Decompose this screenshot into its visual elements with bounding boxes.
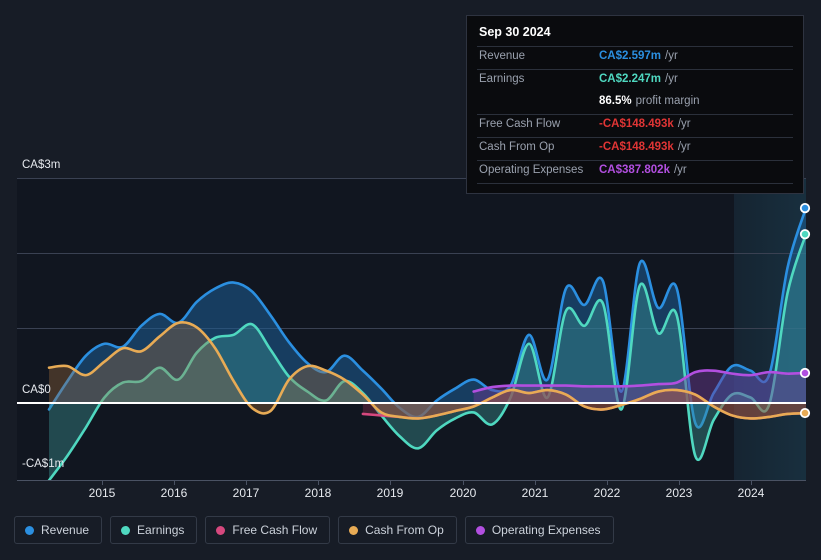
x-axis-tick-mark — [751, 480, 752, 485]
legend-color-dot-icon — [475, 525, 485, 535]
x-axis-line — [17, 480, 806, 481]
legend-item-label: Operating Expenses — [491, 523, 601, 537]
tooltip-row-label: Earnings — [479, 73, 525, 85]
x-axis-tick-mark — [463, 480, 464, 485]
legend-color-dot-icon — [121, 525, 131, 535]
legend-item-label: Earnings — [137, 523, 185, 537]
legend-color-dot-icon — [25, 525, 34, 535]
tooltip-date: Sep 30 2024 — [479, 25, 551, 39]
endpoint-marker-earnings — [799, 229, 811, 240]
tooltip-rows: Revenue CA$2.597m/yr Earnings CA$2.247m/yr 8… — [477, 46, 793, 183]
endpoint-marker-operating-expenses — [799, 367, 811, 379]
tooltip-row-value: -CA$148.493k — [599, 141, 674, 153]
tooltip-row-value: 86.5% — [599, 95, 632, 107]
x-axis-tick-label: 2020 — [449, 486, 477, 500]
tooltip-row-value: CA$2.247m — [599, 73, 662, 85]
chart-legend: Revenue Earnings Free Cash Flow Cash From O… — [14, 516, 614, 544]
tooltip-row-value: -CA$148.493k — [599, 118, 674, 130]
x-axis-tick-label: 2021 — [521, 486, 549, 500]
x-axis-tick-label: 2024 — [737, 486, 765, 500]
tooltip-row-value: CA$387.802k — [599, 164, 670, 176]
tooltip-row-label: Revenue — [479, 50, 526, 62]
tooltip-row: 86.5% profit margin — [477, 92, 793, 114]
tooltip-row-unit: profit margin — [635, 95, 700, 107]
x-axis-tick-mark — [679, 480, 680, 485]
x-axis-tick-mark — [318, 480, 319, 485]
x-axis-tick-label: 2022 — [593, 486, 621, 500]
tooltip-row-unit: /yr — [677, 118, 691, 130]
tooltip-row: Revenue CA$2.597m/yr — [477, 46, 793, 69]
x-axis-tick-mark — [390, 480, 391, 485]
legend-color-dot-icon — [349, 525, 359, 535]
legend-item-operating-expenses[interactable]: Operating Expenses — [464, 516, 614, 544]
y-axis-label-bottom: -CA$1m — [22, 458, 65, 470]
legend-item-label: Revenue — [41, 523, 90, 537]
x-axis-tick-label: 2018 — [304, 486, 332, 500]
endpoint-marker-cash-from-op — [799, 407, 811, 419]
legend-item-earnings[interactable]: Earnings — [110, 516, 198, 544]
tooltip-row-label: Cash From Op — [479, 141, 555, 153]
tooltip-row-unit: /yr — [677, 141, 691, 153]
tooltip-row: Earnings CA$2.247m/yr — [477, 69, 793, 92]
tooltip-row: Operating Expenses CA$387.802k/yr — [477, 160, 793, 183]
tooltip-row-unit: /yr — [665, 73, 678, 85]
tooltip-row: Free Cash Flow -CA$148.493k/yr — [477, 114, 793, 137]
x-axis-tick-label: 2016 — [160, 486, 188, 500]
x-axis-tick-mark — [246, 480, 247, 485]
tooltip-row-label: Free Cash Flow — [479, 118, 561, 130]
legend-item-cash-from-op[interactable]: Cash From Op — [338, 516, 457, 544]
x-axis-tick-label: 2017 — [232, 486, 260, 500]
zero-line — [17, 402, 806, 404]
legend-item-revenue[interactable]: Revenue — [14, 516, 103, 544]
tooltip-row-value: CA$2.597m — [599, 50, 662, 62]
endpoint-marker-revenue — [799, 202, 811, 214]
legend-item-free-cash-flow[interactable]: Free Cash Flow — [205, 516, 331, 544]
x-axis-tick-label: 2023 — [665, 486, 693, 500]
legend-item-label: Free Cash Flow — [232, 523, 318, 537]
x-axis-tick-label: 2019 — [376, 486, 404, 500]
x-axis-tick-mark — [535, 480, 536, 485]
x-axis-tick-mark — [607, 480, 608, 485]
x-axis-tick-mark — [174, 480, 175, 485]
legend-item-label: Cash From Op — [365, 523, 444, 537]
x-axis-tick-label: 2015 — [88, 486, 116, 500]
data-tooltip: Sep 30 2024 Revenue CA$2.597m/yr Earnings C… — [466, 15, 804, 194]
tooltip-row: Cash From Op -CA$148.493k/yr — [477, 137, 793, 160]
y-axis-label-top: CA$3m — [22, 159, 61, 171]
legend-color-dot-icon — [216, 525, 226, 535]
y-axis-label-zero: CA$0 — [22, 384, 51, 396]
tooltip-row-unit: /yr — [665, 50, 678, 62]
x-axis-tick-mark — [102, 480, 103, 485]
tooltip-row-unit: /yr — [673, 164, 687, 176]
tooltip-row-label: Operating Expenses — [479, 164, 584, 176]
tooltip-bottom-rule — [477, 183, 793, 187]
chart-page: CA$3m CA$0 -CA$1m 2015 2016 2017 2018 2019 20… — [0, 0, 821, 560]
